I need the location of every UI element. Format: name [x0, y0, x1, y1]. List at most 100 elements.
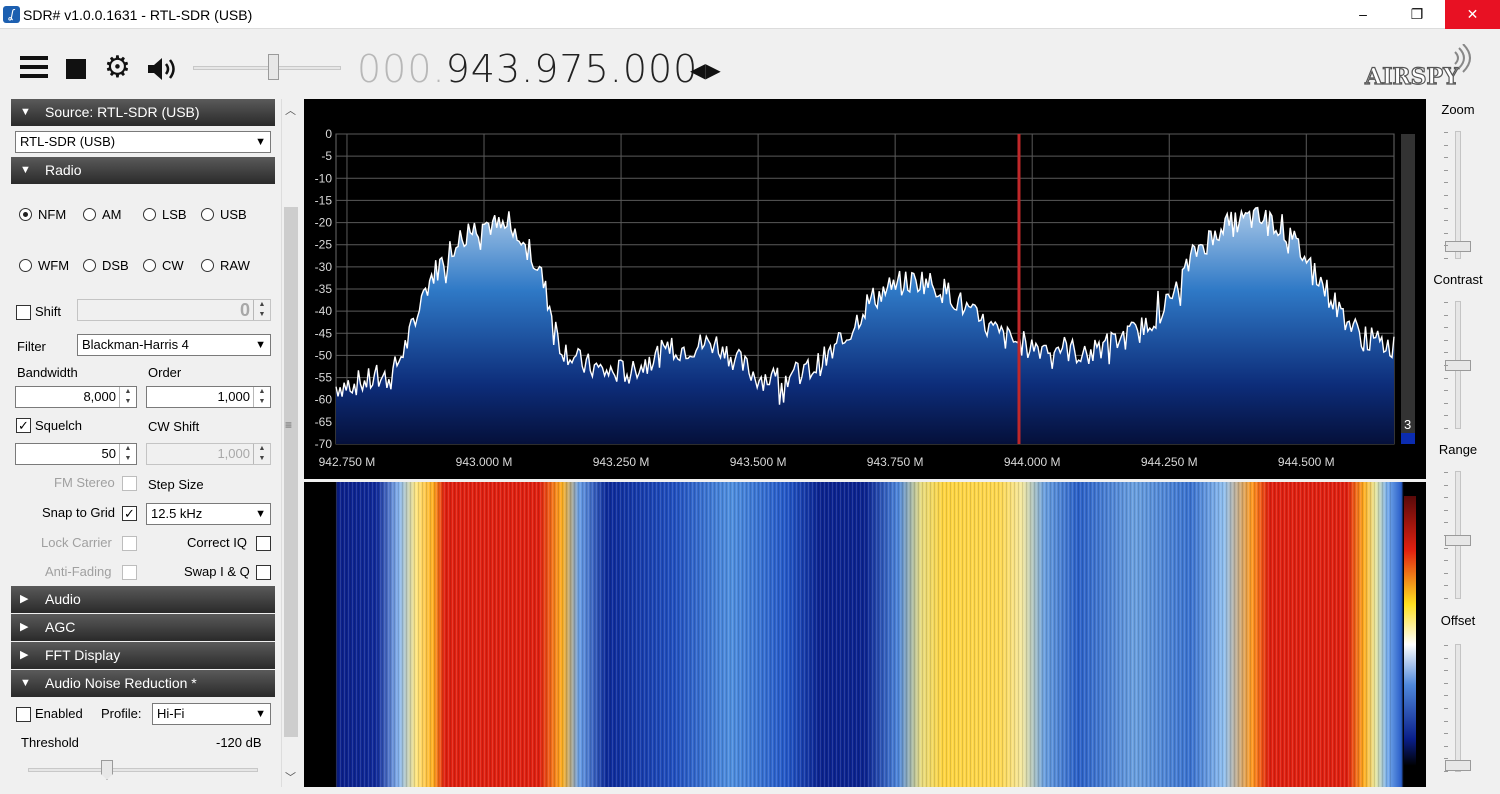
bandwidth-input[interactable]: 8,000 ▲ ▼	[15, 386, 137, 408]
title-bar: ʆ SDR# v1.0.0.1631 - RTL-SDR (USB) – ❐ ✕	[0, 0, 1500, 29]
mode-radio-dsb[interactable]	[83, 259, 96, 272]
slider-tick	[1444, 415, 1448, 416]
mode-radio-cw[interactable]	[143, 259, 156, 272]
close-button[interactable]: ✕	[1445, 0, 1500, 29]
squelch-input[interactable]: 50 ▲ ▼	[15, 443, 137, 465]
radio-section-header[interactable]: ▼ Radio	[11, 157, 275, 184]
offset-label: Offset	[1440, 613, 1476, 628]
x-tick-label: 943.500 M	[730, 455, 787, 469]
profile-label: Profile:	[101, 706, 142, 721]
svg-text:AIRSPY: AIRSPY	[1364, 64, 1459, 90]
noise-reduction-section-header[interactable]: ▼ Audio Noise Reduction *	[11, 670, 275, 697]
slider-tick	[1444, 145, 1448, 146]
audio-section-header[interactable]: ▶ Audio	[11, 586, 275, 613]
fm-stereo-checkbox[interactable]	[122, 476, 137, 491]
waterfall-display[interactable]	[304, 482, 1426, 787]
hamburger-menu-icon[interactable]	[20, 56, 48, 82]
maximize-button[interactable]: ❐	[1390, 0, 1444, 29]
slider-tick	[1444, 132, 1448, 133]
x-tick-label: 943.000 M	[456, 455, 513, 469]
scrollbar-thumb[interactable]	[284, 207, 298, 737]
contrast-slider[interactable]	[1444, 301, 1471, 429]
volume-slider[interactable]	[193, 54, 341, 80]
squelch-checkbox[interactable]: ✓	[16, 418, 31, 433]
stop-icon[interactable]	[66, 59, 86, 79]
spectrum-analyzer[interactable]: 0 -5 -10 -15 -20 -25 -30 -35 -40 -45 -50 -55 -60 -65 -…	[304, 99, 1426, 479]
mode-radio-wfm[interactable]	[19, 259, 32, 272]
cw-shift-label: CW Shift	[148, 419, 200, 434]
slider-tick	[1444, 302, 1448, 303]
swap-iq-checkbox[interactable]	[256, 565, 271, 580]
snap-to-grid-label: Snap to Grid	[42, 505, 115, 520]
range-thumb[interactable]	[1445, 535, 1471, 546]
anr-enabled-checkbox[interactable]	[16, 707, 31, 722]
slider-tick	[1444, 378, 1448, 379]
frequency-display[interactable]: 000.943.975.000	[357, 47, 698, 91]
source-device-select[interactable]: RTL-SDR (USB) ▼	[15, 131, 271, 153]
shift-input[interactable]: 0 ▲ ▼	[77, 299, 271, 321]
fft-display-section-header[interactable]: ▶ FFT Display	[11, 642, 275, 669]
settings-scrollbar[interactable]: ︿ ﹀	[281, 99, 299, 787]
source-device-value: RTL-SDR (USB)	[20, 134, 116, 149]
tuning-marker[interactable]	[1017, 134, 1021, 444]
offset-slider[interactable]	[1444, 644, 1471, 772]
slider-tick	[1444, 598, 1448, 599]
mode-label-raw: RAW	[220, 258, 250, 273]
spin-arrows-icon[interactable]: ▲ ▼	[253, 444, 270, 464]
slider-tick	[1444, 195, 1448, 196]
zoom-thumb[interactable]	[1445, 241, 1471, 252]
filter-select[interactable]: Blackman-Harris 4 ▼	[77, 334, 271, 356]
expand-triangle-icon: ▶	[20, 593, 29, 605]
volume-thumb[interactable]	[268, 54, 279, 80]
cw-shift-input[interactable]: 1,000 ▲ ▼	[146, 443, 271, 465]
chevron-down-icon: ▼	[255, 136, 266, 148]
threshold-slider[interactable]	[28, 768, 258, 772]
threshold-thumb[interactable]	[101, 760, 113, 780]
scroll-down-icon[interactable]: ﹀	[285, 769, 296, 785]
slider-tick	[1444, 585, 1448, 586]
slider-tick	[1444, 390, 1448, 391]
agc-header-label: AGC	[45, 619, 76, 635]
spin-arrows-icon[interactable]: ▲ ▼	[253, 387, 270, 407]
speaker-icon[interactable]	[146, 55, 178, 83]
spin-arrows-icon[interactable]: ▲ ▼	[119, 444, 136, 464]
spin-arrows-icon[interactable]: ▲ ▼	[253, 300, 270, 320]
mode-radio-usb[interactable]	[201, 208, 214, 221]
y-tick-label: -40	[315, 304, 333, 318]
x-tick-label: 944.000 M	[1004, 455, 1061, 469]
zoom-slider[interactable]	[1444, 131, 1471, 259]
anti-fading-checkbox[interactable]	[122, 565, 137, 580]
slider-tick	[1444, 233, 1448, 234]
mode-radio-lsb[interactable]	[143, 208, 156, 221]
scroll-up-icon[interactable]: ︿	[285, 102, 296, 118]
spin-arrows-icon[interactable]: ▲ ▼	[119, 387, 136, 407]
mode-radio-raw[interactable]	[201, 259, 214, 272]
cw-shift-value: 1,000	[217, 446, 250, 461]
order-input[interactable]: 1,000 ▲ ▼	[146, 386, 271, 408]
spectrum-level-bar	[1401, 134, 1415, 444]
mode-radio-am[interactable]	[83, 208, 96, 221]
y-tick-label: -60	[315, 393, 333, 407]
agc-section-header[interactable]: ▶ AGC	[11, 614, 275, 641]
step-size-select[interactable]: 12.5 kHz ▼	[146, 503, 271, 525]
snap-to-grid-checkbox[interactable]: ✓	[122, 506, 137, 521]
mode-radio-nfm[interactable]	[19, 208, 32, 221]
gear-icon[interactable]: ⚙	[104, 53, 131, 83]
offset-thumb[interactable]	[1445, 760, 1471, 771]
source-section-header[interactable]: ▼ Source: RTL-SDR (USB)	[11, 99, 275, 126]
contrast-thumb[interactable]	[1445, 360, 1471, 371]
minimize-button[interactable]: –	[1336, 0, 1390, 29]
correct-iq-checkbox[interactable]	[256, 536, 271, 551]
profile-select[interactable]: Hi-Fi ▼	[152, 703, 271, 725]
slider-tick	[1444, 560, 1448, 561]
tune-arrows-icon[interactable]: ◀▶	[690, 58, 721, 83]
splitter-grip-icon[interactable]: ≡	[285, 418, 292, 432]
range-slider[interactable]	[1444, 471, 1471, 599]
shift-checkbox[interactable]	[16, 305, 31, 320]
y-tick-label: -15	[315, 193, 333, 207]
lock-carrier-checkbox[interactable]	[122, 536, 137, 551]
slider-tick	[1444, 315, 1448, 316]
correct-iq-label: Correct IQ	[187, 535, 247, 550]
mode-label-dsb: DSB	[102, 258, 129, 273]
filter-label: Filter	[17, 339, 46, 354]
